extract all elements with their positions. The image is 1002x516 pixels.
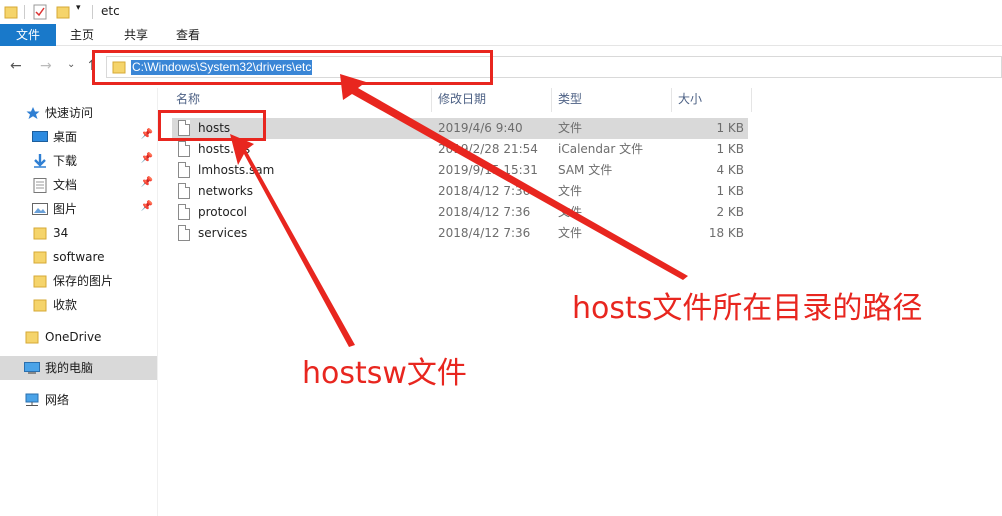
- quick-access-dropdown-icon[interactable]: ▾: [76, 3, 81, 19]
- pin-icon: 📌: [140, 129, 153, 140]
- sidebar-item-downloads[interactable]: 下载 📌: [0, 149, 157, 173]
- column-header-modified[interactable]: 修改日期: [432, 88, 552, 112]
- sidebar-item-quick-access[interactable]: 快速访问: [0, 101, 157, 125]
- sidebar-item-label: 保存的图片: [53, 274, 114, 288]
- back-arrow-icon[interactable]: ←: [10, 58, 22, 74]
- file-icon: [178, 183, 190, 199]
- file-row-protocol[interactable]: protocol 2018/4/12 7:36 文件 2 KB: [172, 202, 748, 223]
- file-size: 1 KB: [716, 121, 744, 135]
- tab-home[interactable]: 主页: [58, 24, 106, 46]
- file-row-services[interactable]: services 2018/4/12 7:36 文件 18 KB: [172, 223, 748, 244]
- file-modified: 2018/4/12 7:36: [438, 184, 531, 198]
- document-icon: [33, 178, 47, 193]
- picture-icon: [32, 203, 48, 215]
- properties-icon[interactable]: [32, 4, 48, 20]
- file-modified: 2019/9/15 15:31: [438, 163, 538, 177]
- file-type: 文件: [558, 205, 583, 219]
- column-header-name[interactable]: 名称: [170, 88, 432, 112]
- file-icon: [178, 162, 190, 178]
- download-icon: [34, 154, 46, 168]
- sidebar-item-label: 网络: [45, 393, 70, 407]
- file-type: 文件: [558, 121, 583, 135]
- file-type: iCalendar 文件: [558, 142, 644, 156]
- sidebar-item-saved-pictures[interactable]: 保存的图片: [0, 269, 157, 293]
- file-type: SAM 文件: [558, 163, 613, 177]
- sidebar-item-34[interactable]: 34: [0, 221, 157, 245]
- sidebar-item-label: 收款: [53, 298, 78, 312]
- new-folder-icon[interactable]: [56, 4, 70, 20]
- address-highlight-box: [92, 50, 493, 85]
- file-type: 文件: [558, 226, 583, 240]
- file-row-lmhosts-sam[interactable]: lmhosts.sam 2019/9/15 15:31 SAM 文件 4 KB: [172, 160, 748, 181]
- file-size: 2 KB: [716, 205, 744, 219]
- hosts-highlight-box: [158, 110, 266, 141]
- file-size: 1 KB: [716, 184, 744, 198]
- folder-icon: [33, 251, 47, 264]
- file-name: lmhosts.sam: [198, 163, 275, 177]
- sidebar-item-label: 下载: [53, 154, 78, 168]
- sidebar-item-label: 图片: [53, 202, 78, 216]
- file-icon: [178, 204, 190, 220]
- pin-icon: 📌: [140, 201, 153, 212]
- file-name: services: [198, 226, 248, 240]
- sidebar-item-label: software: [53, 250, 105, 264]
- tab-share[interactable]: 共享: [112, 24, 160, 46]
- folder-icon: [4, 6, 18, 19]
- file-name: hosts.ics: [198, 142, 251, 156]
- network-icon: [25, 393, 39, 406]
- sidebar-item-label: 快速访问: [45, 106, 94, 120]
- forward-arrow-icon[interactable]: →: [40, 58, 52, 74]
- file-size: 18 KB: [708, 226, 744, 240]
- sidebar-item-label: 文档: [53, 178, 78, 192]
- file-icon: [178, 141, 190, 157]
- sidebar-item-label: 34: [53, 226, 69, 240]
- annotation-file-note: hostsw文件: [302, 356, 467, 391]
- pin-icon: 📌: [140, 153, 153, 164]
- file-size: 1 KB: [716, 142, 744, 156]
- file-modified: 2018/4/12 7:36: [438, 205, 531, 219]
- onedrive-folder-icon: [25, 331, 39, 344]
- file-row-networks[interactable]: networks 2018/4/12 7:36 文件 1 KB: [172, 181, 748, 202]
- sidebar-item-this-pc[interactable]: 我的电脑: [0, 356, 157, 380]
- navigation-pane: 快速访问 桌面 📌 下载 📌 文档 📌 图片 📌 34 software 保存的…: [0, 88, 158, 516]
- sidebar-item-software[interactable]: software: [0, 245, 157, 269]
- tab-view[interactable]: 查看: [164, 24, 212, 46]
- sidebar-item-label: 我的电脑: [45, 361, 94, 375]
- pin-icon: 📌: [140, 177, 153, 188]
- file-modified: 2019/2/28 21:54: [438, 142, 538, 156]
- folder-icon: [33, 299, 47, 312]
- recent-locations-chevron-icon[interactable]: ⌄: [67, 59, 75, 70]
- window-title: etc: [101, 4, 120, 18]
- column-header-type[interactable]: 类型: [552, 88, 672, 112]
- sidebar-item-label: OneDrive: [45, 330, 102, 344]
- column-header-size[interactable]: 大小: [672, 88, 752, 112]
- star-icon: [26, 107, 40, 119]
- file-row-hosts-ics[interactable]: hosts.ics 2019/2/28 21:54 iCalendar 文件 1…: [172, 139, 748, 160]
- file-name: protocol: [198, 205, 247, 219]
- sidebar-item-desktop[interactable]: 桌面 📌: [0, 125, 157, 149]
- desktop-icon: [32, 131, 48, 142]
- tab-file[interactable]: 文件: [0, 24, 56, 46]
- folder-icon: [33, 275, 47, 288]
- folder-icon: [33, 227, 47, 240]
- title-bar: ▾ etc: [0, 0, 1002, 24]
- file-type: 文件: [558, 184, 583, 198]
- sidebar-item-payments[interactable]: 收款: [0, 293, 157, 317]
- sidebar-item-label: 桌面: [53, 130, 78, 144]
- sidebar-item-network[interactable]: 网络: [0, 388, 157, 412]
- ribbon: 文件 主页 共享 查看: [0, 24, 1002, 46]
- sidebar-item-pictures[interactable]: 图片 📌: [0, 197, 157, 221]
- annotation-path-note: hosts文件所在目录的路径: [572, 291, 923, 326]
- sidebar-item-onedrive[interactable]: OneDrive: [0, 325, 157, 349]
- file-modified: 2019/4/6 9:40: [438, 121, 523, 135]
- sidebar-item-documents[interactable]: 文档 📌: [0, 173, 157, 197]
- file-icon: [178, 225, 190, 241]
- computer-icon: [24, 362, 40, 374]
- file-modified: 2018/4/12 7:36: [438, 226, 531, 240]
- file-size: 4 KB: [716, 163, 744, 177]
- file-name: networks: [198, 184, 253, 198]
